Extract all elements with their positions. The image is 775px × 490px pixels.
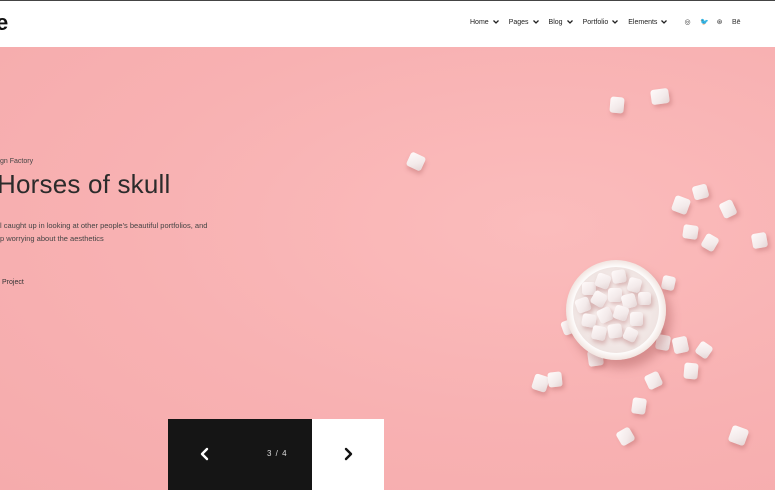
- marshmallow-image: [405, 151, 427, 172]
- slider-controls: 3 / 4: [168, 419, 384, 490]
- marshmallow-image: [660, 274, 677, 292]
- slide-eyebrow: gn Factory: [0, 158, 34, 165]
- site-logo[interactable]: e: [0, 12, 8, 34]
- nav-item-home[interactable]: Home: [470, 18, 500, 26]
- chevron-down-icon: [661, 20, 668, 24]
- marshmallow-image: [718, 198, 738, 220]
- marshmallow-image: [615, 426, 636, 447]
- slide-title: Horses of skull: [0, 169, 171, 199]
- main-nav: Home Pages Blog Portfolio Elements: [470, 18, 677, 26]
- hero-slide: gn Factory Horses of skull l caught up i…: [0, 47, 775, 490]
- behance-icon[interactable]: Bē: [732, 19, 741, 26]
- marshmallow-image: [727, 424, 750, 447]
- social-links: ◎ 🐦 ⊛ Bē: [684, 18, 748, 27]
- marshmallow-image: [682, 224, 699, 240]
- slide-description: l caught up in looking at other people's…: [0, 219, 220, 245]
- nav-item-blog[interactable]: Blog: [549, 18, 574, 26]
- chevron-down-icon: [492, 20, 499, 24]
- slide-counter: 3 / 4: [267, 449, 288, 458]
- dribbble-icon[interactable]: ⊛: [716, 18, 723, 26]
- marshmallow-image: [643, 370, 664, 391]
- nav-item-pages[interactable]: Pages: [509, 18, 540, 26]
- instagram-icon[interactable]: ◎: [684, 18, 691, 26]
- chevron-down-icon: [532, 20, 539, 24]
- nav-item-label: Blog: [548, 18, 563, 26]
- slider-controls-dark-panel: 3 / 4: [168, 419, 312, 490]
- chevron-down-icon: [612, 20, 619, 24]
- marshmallow-image: [700, 232, 720, 253]
- marshmallow-image: [671, 335, 690, 355]
- marshmallow-image: [750, 231, 769, 250]
- marshmallow-image: [694, 340, 714, 360]
- twitter-icon[interactable]: 🐦: [700, 18, 709, 26]
- view-project-link[interactable]: Project: [2, 279, 24, 286]
- marshmallow-image: [547, 371, 563, 388]
- nav-item-label: Home: [470, 18, 489, 26]
- marshmallow-image: [670, 194, 692, 216]
- chevron-left-icon[interactable]: [196, 445, 214, 463]
- slide-description-line: l caught up in looking at other people's…: [0, 221, 208, 230]
- marshmallow-image: [683, 362, 699, 380]
- marshmallow-image: [691, 183, 710, 201]
- slide-description-line: p worrying about the aesthetics: [0, 234, 104, 243]
- marshmallow-image: [650, 87, 670, 106]
- nav-item-elements[interactable]: Elements: [628, 18, 668, 26]
- chevron-right-icon: [344, 447, 353, 461]
- marshmallow-bowl-image: [566, 260, 666, 360]
- nav-item-portfolio[interactable]: Portfolio: [583, 18, 620, 26]
- next-slide-button[interactable]: [312, 419, 384, 490]
- nav-item-label: Pages: [508, 18, 529, 26]
- chevron-down-icon: [566, 20, 573, 24]
- marshmallow-image: [630, 397, 648, 415]
- nav-item-label: Elements: [628, 18, 658, 26]
- top-navigation-bar: e Home Pages Blog Portfolio Elements ◎ 🐦…: [0, 0, 775, 47]
- nav-item-label: Portfolio: [582, 18, 609, 26]
- marshmallow-image: [609, 96, 625, 114]
